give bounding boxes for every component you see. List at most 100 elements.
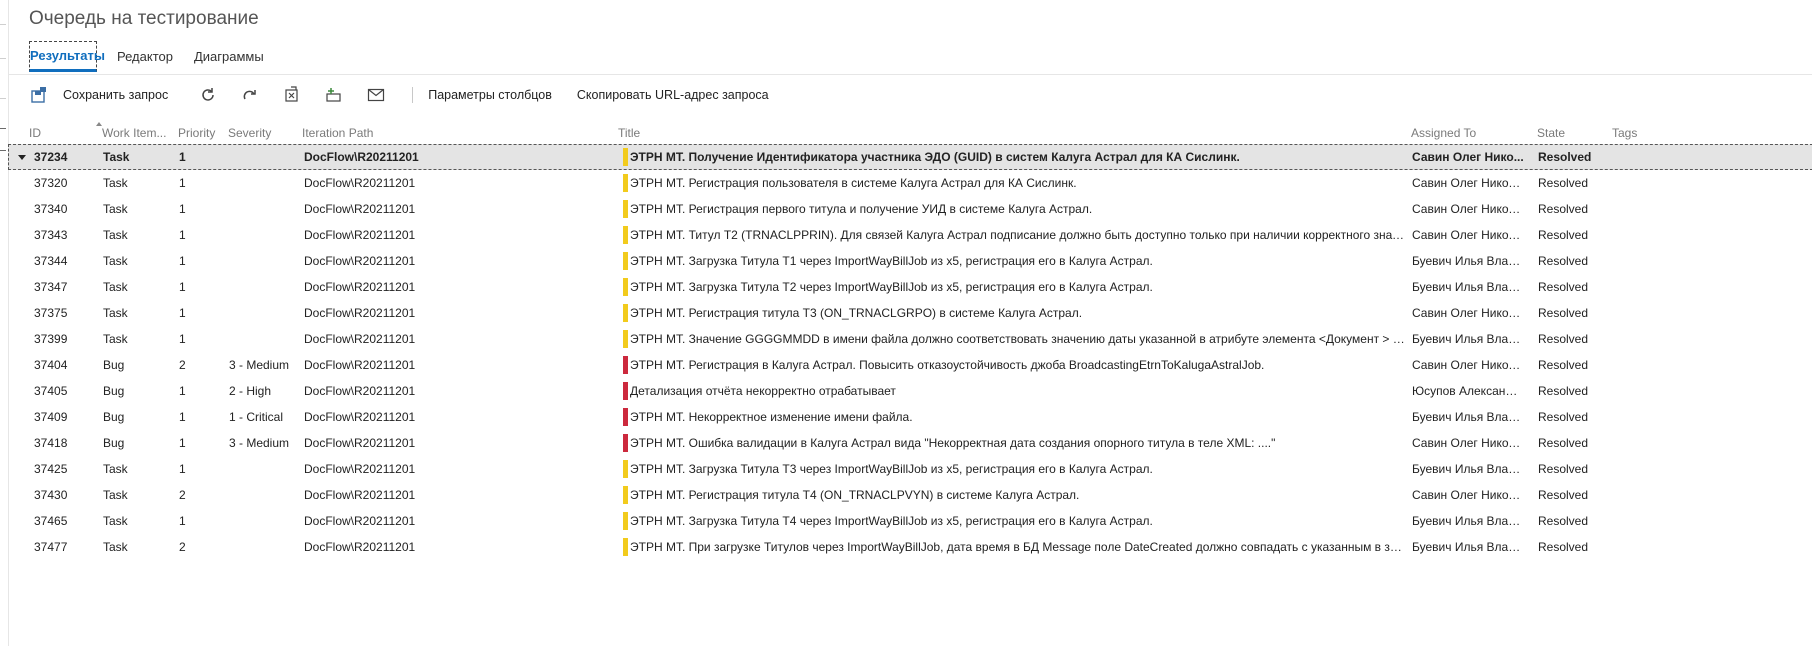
column-options-button[interactable]: Параметры столбцов <box>428 88 552 102</box>
cell-state: Resolved <box>1538 254 1589 268</box>
cell-severity: 1 - Critical <box>229 410 284 424</box>
table-row[interactable]: 37347 Task 1 DocFlow\R20211201 ЭТРН МТ. Загр… <box>0 274 1812 300</box>
cell-title: Детализация отчёта некорректно отрабатыв… <box>630 384 896 398</box>
column-header-state[interactable]: State <box>1537 126 1607 140</box>
new-work-item-icon[interactable] <box>324 85 344 105</box>
cell-assigned: Юсупов Александр ... <box>1412 384 1524 398</box>
cell-title: ЭТРН МТ. Регистрация пользователя в сист… <box>630 176 1077 190</box>
cell-title: ЭТРН МТ. При загрузке Титулов через Impo… <box>630 540 1406 554</box>
cell-state: Resolved <box>1538 410 1589 424</box>
cell-priority: 1 <box>179 228 186 242</box>
table-row[interactable]: 37430 Task 2 DocFlow\R20211201 ЭТРН МТ. Реги… <box>0 482 1812 508</box>
cell-priority: 2 <box>179 488 186 502</box>
table-row[interactable]: 37425 Task 1 DocFlow\R20211201 ЭТРН МТ. Загр… <box>0 456 1812 482</box>
cell-assigned: Буевич Илья Влади... <box>1412 410 1524 424</box>
work-item-type-color-bar <box>623 512 628 530</box>
open-in-excel-icon[interactable] <box>282 85 302 105</box>
cell-title: ЭТРН МТ. Регистрация в Калуга Астрал. По… <box>630 358 1265 372</box>
tab-bar: Результаты Редактор Диаграммы <box>29 40 285 72</box>
cell-iteration: DocFlow\R20211201 <box>304 280 416 294</box>
cell-id: 37409 <box>34 410 68 424</box>
redo-icon[interactable] <box>240 85 260 105</box>
cell-id: 37405 <box>34 384 68 398</box>
column-header-id[interactable]: ID <box>29 126 79 140</box>
table-row[interactable]: 37477 Task 2 DocFlow\R20211201 ЭТРН МТ. При … <box>0 534 1812 560</box>
copy-query-url-button[interactable]: Скопировать URL-адрес запроса <box>577 88 769 102</box>
table-row[interactable]: 37405 Bug 1 2 - High DocFlow\R20211201 Детали… <box>0 378 1812 404</box>
cell-assigned: Савин Олег Никола... <box>1412 488 1524 502</box>
cell-priority: 1 <box>179 436 186 450</box>
cell-id: 37344 <box>34 254 68 268</box>
cell-id: 37234 <box>34 150 68 164</box>
column-header-severity[interactable]: Severity <box>228 126 288 140</box>
cell-iteration: DocFlow\R20211201 <box>304 202 416 216</box>
work-item-type-color-bar <box>623 330 628 348</box>
column-header-assigned-to[interactable]: Assigned To <box>1411 126 1521 140</box>
work-item-type-color-bar <box>623 148 628 166</box>
cell-state: Resolved <box>1538 358 1589 372</box>
cell-iteration: DocFlow\R20211201 <box>304 436 416 450</box>
column-header-iteration-path[interactable]: Iteration Path <box>302 126 502 140</box>
cell-type: Task <box>103 176 128 190</box>
table-row[interactable]: 37465 Task 1 DocFlow\R20211201 ЭТРН МТ. Загр… <box>0 508 1812 534</box>
cell-iteration: DocFlow\R20211201 <box>304 540 416 554</box>
save-query-button[interactable]: Сохранить запрос <box>29 85 198 105</box>
cell-state: Resolved <box>1538 150 1592 164</box>
cell-assigned: Буевич Илья Влади... <box>1412 462 1524 476</box>
cell-type: Bug <box>103 384 125 398</box>
column-header-title[interactable]: Title <box>618 126 818 140</box>
table-row[interactable]: 37418 Bug 1 3 - Medium DocFlow\R20211201 ЭТРН… <box>0 430 1812 456</box>
row-expander-icon[interactable] <box>18 155 26 160</box>
save-query-icon <box>29 85 49 105</box>
tab-charts[interactable]: Диаграммы <box>194 49 264 64</box>
column-header-tags[interactable]: Tags <box>1612 126 1672 140</box>
table-row[interactable]: 37375 Task 1 DocFlow\R20211201 ЭТРН МТ. Реги… <box>0 300 1812 326</box>
cell-priority: 1 <box>179 306 186 320</box>
cell-type: Task <box>103 332 128 346</box>
tab-results[interactable]: Результаты <box>29 40 105 72</box>
cell-id: 37399 <box>34 332 68 346</box>
results-grid: 37234 Task 1 DocFlow\R20211201 ЭТРН МТ. Полу… <box>0 144 1812 560</box>
cell-state: Resolved <box>1538 514 1589 528</box>
cell-id: 37430 <box>34 488 68 502</box>
cell-priority: 2 <box>179 540 186 554</box>
cell-iteration: DocFlow\R20211201 <box>304 384 416 398</box>
cell-priority: 1 <box>179 150 186 164</box>
work-item-type-color-bar <box>623 304 628 322</box>
table-row[interactable]: 37320 Task 1 DocFlow\R20211201 ЭТРН МТ. Реги… <box>0 170 1812 196</box>
cell-assigned: Буевич Илья Влади... <box>1412 514 1524 528</box>
table-row[interactable]: 37344 Task 1 DocFlow\R20211201 ЭТРН МТ. Загр… <box>0 248 1812 274</box>
cell-priority: 1 <box>179 176 186 190</box>
cell-title: ЭТРН МТ. Некорректное изменение имени фа… <box>630 410 913 424</box>
cell-id: 37465 <box>34 514 68 528</box>
cell-state: Resolved <box>1538 384 1589 398</box>
rail-divider <box>0 24 6 25</box>
cell-assigned: Буевич Илья Влади... <box>1412 540 1524 554</box>
column-header-work-item-type[interactable]: Work Item... <box>102 126 168 140</box>
cell-state: Resolved <box>1538 176 1589 190</box>
table-row[interactable]: 37343 Task 1 DocFlow\R20211201 ЭТРН МТ. Титу… <box>0 222 1812 248</box>
table-row[interactable]: 37234 Task 1 DocFlow\R20211201 ЭТРН МТ. Полу… <box>8 144 1812 170</box>
rail-divider <box>0 58 6 59</box>
work-item-type-color-bar <box>623 486 628 504</box>
cell-title: ЭТРН МТ. Значение GGGGMMDD в имени файла… <box>630 332 1406 346</box>
cell-assigned: Буевич Илья Влади... <box>1412 254 1524 268</box>
table-row[interactable]: 37340 Task 1 DocFlow\R20211201 ЭТРН МТ. Реги… <box>0 196 1812 222</box>
cell-state: Resolved <box>1538 228 1589 242</box>
cell-iteration: DocFlow\R20211201 <box>304 358 416 372</box>
work-item-type-color-bar <box>623 460 628 478</box>
cell-iteration: DocFlow\R20211201 <box>304 462 416 476</box>
table-row[interactable]: 37404 Bug 2 3 - Medium DocFlow\R20211201 ЭТРН… <box>0 352 1812 378</box>
refresh-icon[interactable] <box>198 85 218 105</box>
tab-editor[interactable]: Редактор <box>117 49 173 64</box>
cell-severity: 2 - High <box>229 384 272 398</box>
email-icon[interactable] <box>366 85 386 105</box>
cell-state: Resolved <box>1538 202 1589 216</box>
work-item-type-color-bar <box>623 434 628 452</box>
cell-iteration: DocFlow\R20211201 <box>304 410 416 424</box>
table-row[interactable]: 37399 Task 1 DocFlow\R20211201 ЭТРН МТ. Знач… <box>0 326 1812 352</box>
column-header-priority[interactable]: Priority <box>178 126 223 140</box>
cell-type: Task <box>103 150 130 164</box>
table-row[interactable]: 37409 Bug 1 1 - Critical DocFlow\R20211201 ЭТ… <box>0 404 1812 430</box>
cell-title: ЭТРН МТ. Регистрация титула Т4 (ON_TRNAC… <box>630 488 1080 502</box>
